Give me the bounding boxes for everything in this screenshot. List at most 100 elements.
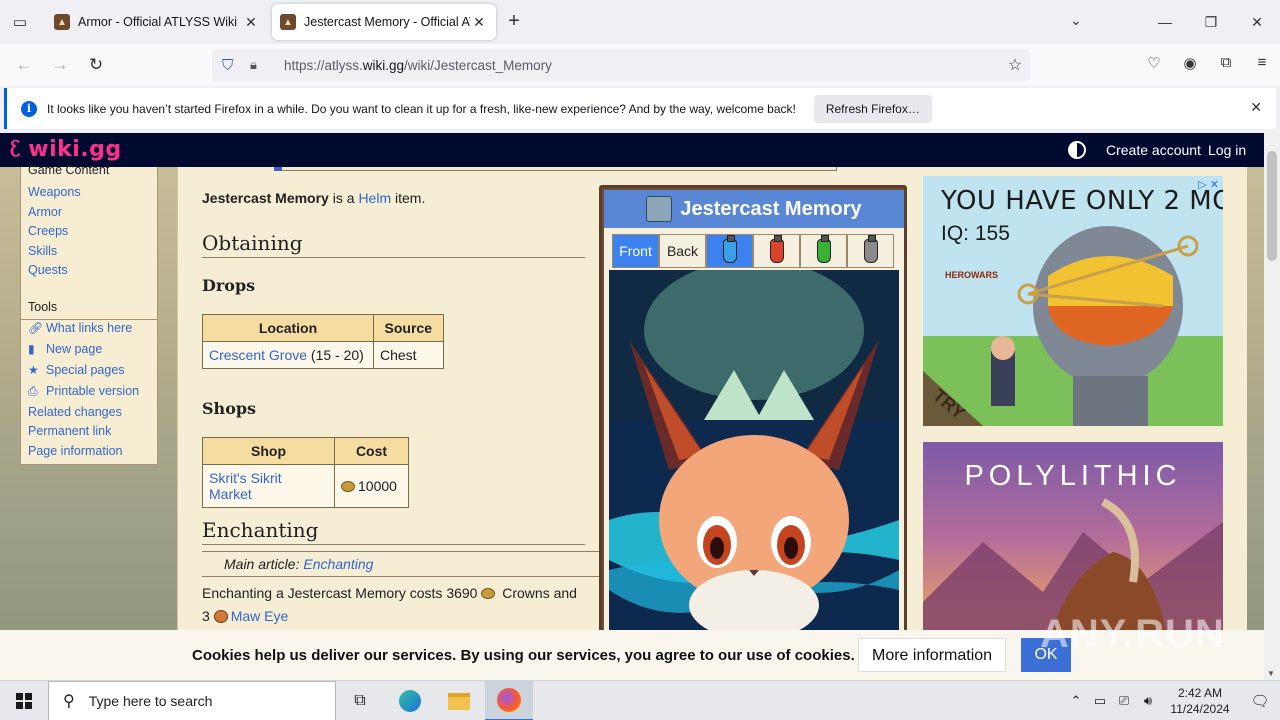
- sidebar-item-label: New page: [46, 342, 103, 356]
- enchant-count: 3: [202, 608, 210, 624]
- green-dye-button[interactable]: [800, 234, 847, 268]
- adchoices-icon[interactable]: ▷ ✕: [1198, 178, 1219, 191]
- close-tab-icon[interactable]: ✕: [470, 14, 488, 31]
- back-icon[interactable]: ←: [12, 54, 36, 76]
- url-prefix: https://atlyss.: [284, 57, 363, 73]
- table-cell: Crescent Grove (15 - 20): [202, 341, 374, 369]
- table-header-row: Location Source: [202, 314, 444, 342]
- hatnote-label: Main article:: [224, 556, 304, 572]
- crescent-grove-link[interactable]: Crescent Grove: [209, 347, 307, 363]
- refresh-firefox-button[interactable]: Refresh Firefox…: [813, 94, 932, 123]
- game-content-heading: Game Content: [28, 163, 110, 177]
- menu-icon[interactable]: ≡: [1244, 54, 1280, 72]
- firefox-taskbar-button[interactable]: [485, 681, 533, 720]
- table-row: Skrit's Sikrit Market 10000: [202, 464, 409, 508]
- bookmark-star-icon[interactable]: ☆: [1000, 55, 1030, 75]
- scroll-down-arrow-icon[interactable]: ▼: [1267, 669, 1275, 678]
- network-icon[interactable]: ⎚: [1112, 693, 1136, 709]
- task-view-button[interactable]: ⧉: [336, 681, 384, 720]
- page-scrollbar[interactable]: ▼: [1264, 133, 1280, 680]
- helm-link[interactable]: Helm: [358, 190, 391, 206]
- file-explorer-taskbar-button[interactable]: [435, 681, 483, 720]
- column-header: Location: [202, 314, 374, 342]
- more-information-button[interactable]: More information: [858, 638, 1007, 672]
- drops-table: Location Source Crescent Grove (15 - 20)…: [202, 314, 444, 369]
- skrits-sikrit-market-link[interactable]: Skrit's Sikrit Market: [209, 470, 282, 502]
- enchanting-link[interactable]: Enchanting: [303, 556, 373, 572]
- sidebar-item-page-information[interactable]: Page information: [28, 444, 123, 458]
- character-render-image: [609, 270, 899, 640]
- sidebar-item-permanent-link[interactable]: Permanent link: [28, 424, 111, 438]
- scrollbar-thumb[interactable]: [1267, 151, 1277, 261]
- wiki-header: ᦷ wiki.gg Create account Log in: [0, 133, 1264, 167]
- crown-coin-icon: [481, 588, 496, 599]
- reload-icon[interactable]: ↻: [84, 54, 108, 76]
- blue-dye-button[interactable]: [706, 234, 753, 268]
- taskbar-search[interactable]: ⚲ Type here to search: [48, 681, 336, 720]
- herowars-logo: HEROWARS: [945, 270, 999, 280]
- wikigg-logo[interactable]: ᦷ wiki.gg: [10, 137, 122, 163]
- log-in-link[interactable]: Log in: [1208, 142, 1246, 158]
- advertisement-herowars[interactable]: YOU HAVE ONLY 2 MOVES IQ: 155 HEROWARS T…: [923, 176, 1223, 426]
- sidebar-item-new-page[interactable]: ▮ New page: [28, 342, 102, 356]
- tracking-protection-icon[interactable]: ⛉: [222, 57, 240, 74]
- atlyss-favicon-icon: ▲: [54, 14, 70, 30]
- tab-list-icon[interactable]: ▭: [8, 10, 32, 34]
- sidebar-item-weapons[interactable]: Weapons: [28, 185, 81, 199]
- sidebar-item-related-changes[interactable]: Related changes: [28, 405, 122, 419]
- shops-table: Shop Cost Skrit's Sikrit Market 10000: [202, 437, 409, 508]
- printer-icon: ⎙: [28, 384, 38, 398]
- volume-icon[interactable]: 🔊︎: [1136, 693, 1160, 709]
- url-text[interactable]: https://atlyss.wiki.gg/wiki/Jestercast_M…: [284, 58, 1000, 73]
- search-accent: [274, 167, 282, 171]
- tab-jestercast-memory[interactable]: ▲ Jestercast Memory - Official ATLYSS ✕: [272, 4, 496, 40]
- notifications-icon[interactable]: 🗨︎: [1240, 692, 1280, 710]
- restore-icon[interactable]: ❐: [1188, 0, 1234, 44]
- close-tab-icon[interactable]: ✕: [242, 14, 260, 31]
- windows-taskbar: ⚲ Type here to search ⧉ ⌃ ▭ ⎚ 🔊︎ 2:42 AM…: [0, 680, 1280, 720]
- notification-message: It looks like you haven’t started Firefo…: [47, 101, 796, 116]
- edge-icon: [399, 690, 421, 712]
- maw-eye-link[interactable]: Maw Eye: [231, 608, 289, 624]
- show-hidden-icons[interactable]: ⌃: [1064, 693, 1088, 709]
- sidebar-item-creeps[interactable]: Creeps: [28, 224, 68, 238]
- battery-icon[interactable]: ▭: [1088, 693, 1112, 709]
- lock-icon[interactable]: 🔒︎: [250, 57, 268, 73]
- start-button[interactable]: [0, 681, 48, 720]
- enchanting-paragraph: Enchanting a Jestercast Memory costs 369…: [202, 582, 592, 628]
- ad-headline: YOU HAVE ONLY 2 MOVES: [941, 186, 1223, 216]
- close-notification-icon[interactable]: ✕: [1250, 99, 1262, 116]
- minimize-icon[interactable]: —: [1142, 0, 1188, 44]
- wiki-sidebar: Game Content Weapons Armor Creeps Skills…: [20, 163, 158, 465]
- forward-icon[interactable]: →: [48, 54, 72, 76]
- system-tray: ⌃ ▭ ⎚ 🔊︎ 2:42 AM 11/24/2024 🗨︎: [1064, 681, 1280, 720]
- pocket-icon[interactable]: ♡: [1136, 54, 1172, 72]
- sidebar-item-special-pages[interactable]: ★ Special pages: [28, 363, 125, 377]
- extensions-icon[interactable]: ⧉: [1208, 54, 1244, 72]
- task-view-icon: ⧉: [354, 692, 366, 709]
- sidebar-item-printable-version[interactable]: ⎙ Printable version: [28, 384, 139, 399]
- front-view-button[interactable]: Front: [612, 234, 659, 268]
- sidebar-item-what-links-here[interactable]: 🔗︎ What links here: [28, 321, 132, 335]
- window-controls: — ❐ ✕: [1142, 0, 1280, 44]
- address-bar[interactable]: ⛉ 🔒︎ https://atlyss.wiki.gg/wiki/Jesterc…: [212, 49, 1030, 81]
- account-icon[interactable]: ◉: [1172, 54, 1208, 72]
- sidebar-item-quests[interactable]: Quests: [28, 263, 68, 277]
- grey-dye-button[interactable]: [847, 234, 894, 268]
- tab-armor[interactable]: ▲ Armor - Official ATLYSS Wiki ✕: [46, 4, 268, 40]
- back-view-button[interactable]: Back: [659, 234, 706, 268]
- intro-text: is a: [328, 190, 359, 206]
- list-all-tabs-icon[interactable]: ⌄: [1070, 12, 1082, 29]
- theme-toggle-icon[interactable]: [1068, 141, 1086, 159]
- page-icon: ▮: [28, 342, 35, 356]
- new-tab-button[interactable]: +: [502, 10, 526, 34]
- clock[interactable]: 2:42 AM 11/24/2024: [1160, 685, 1240, 717]
- sidebar-item-armor[interactable]: Armor: [28, 205, 62, 219]
- sidebar-item-label: Special pages: [46, 363, 125, 377]
- sidebar-item-skills[interactable]: Skills: [28, 244, 57, 258]
- grey-potion-icon: [863, 235, 878, 263]
- edge-taskbar-button[interactable]: [386, 681, 434, 720]
- red-dye-button[interactable]: [753, 234, 800, 268]
- create-account-link[interactable]: Create account: [1106, 142, 1201, 158]
- close-window-icon[interactable]: ✕: [1234, 0, 1280, 44]
